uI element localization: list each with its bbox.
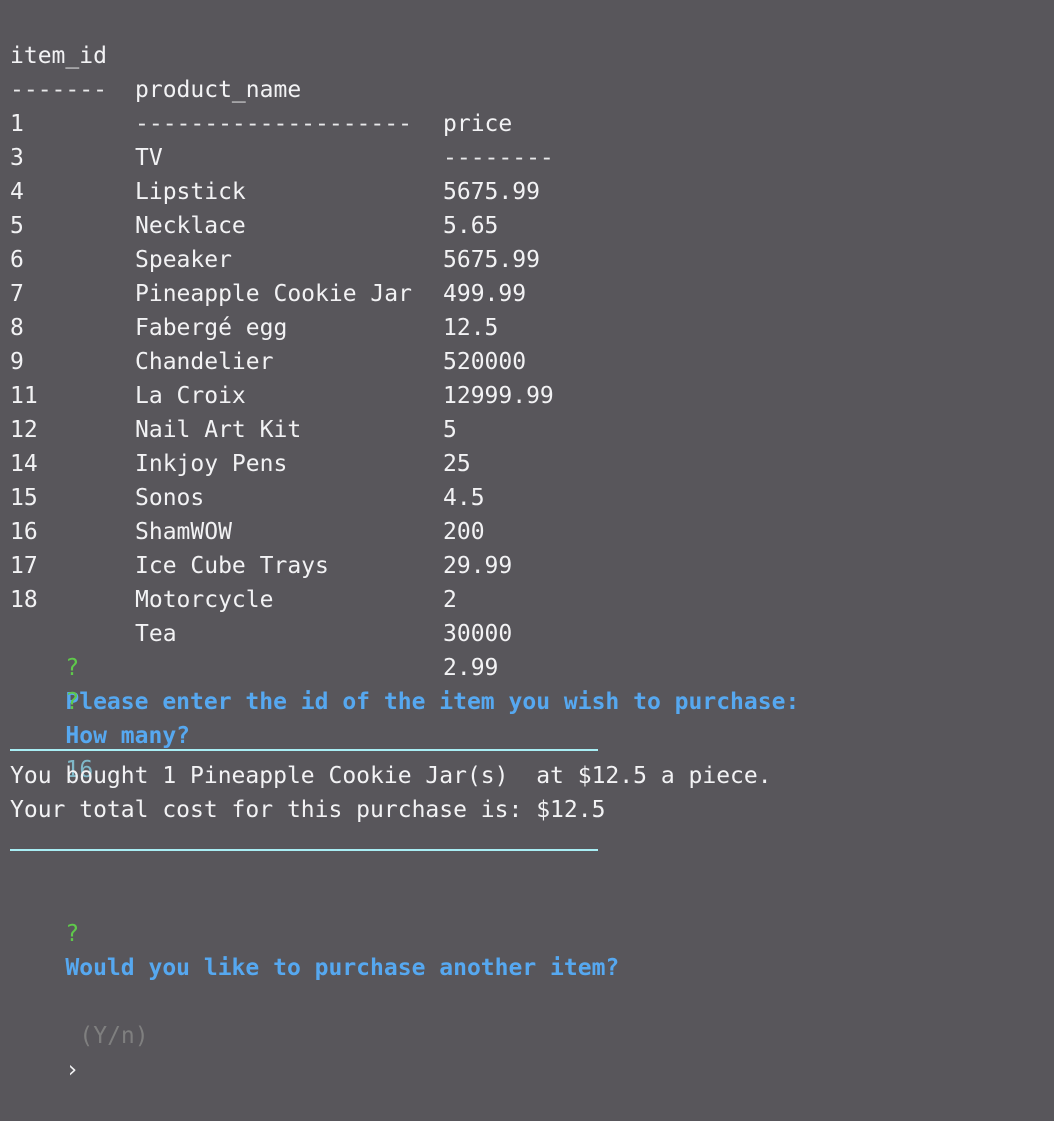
table-row: 9 La Croix 5	[10, 311, 1050, 443]
input-cursor-icon[interactable]: ›	[65, 1057, 79, 1083]
table-row: 1 TV 5675.99	[10, 73, 1050, 205]
table-row: 18 Tea 2.99	[10, 549, 1050, 681]
receipt-divider-bottom	[10, 849, 598, 851]
prompt-purchase-again-question: Would you like to purchase another item?	[65, 955, 620, 981]
prompt-purchase-again: ? Would you like to purchase another ite…	[10, 883, 1050, 1083]
question-mark-icon: ?	[65, 921, 80, 947]
prompt-quantity-question: How many?	[65, 723, 191, 749]
prompt-purchase-again-hint: (Y/n)	[79, 1023, 149, 1049]
cell-product-name: Motorcycle	[135, 587, 274, 613]
question-mark-icon: ?	[65, 689, 80, 715]
table-row: 8 Chandelier 12999.99	[10, 277, 1050, 409]
prompt-quantity: ? How many? 1	[10, 651, 1050, 783]
receipt-purchase-line: You bought 1 Pineapple Cookie Jar(s) at …	[10, 763, 772, 789]
table-row: 16 Ice Cube Trays 2	[10, 481, 1050, 613]
prompt-item-id: ? Please enter the id of the item you wi…	[10, 617, 1050, 783]
table-row: 15 ShamWOW 29.99	[10, 447, 1050, 579]
cell-price: 2	[443, 587, 457, 613]
table-row: 12 Inkjoy Pens 4.5	[10, 379, 1050, 511]
cell-item-id: 18	[10, 587, 38, 613]
table-row: 11 Nail Art Kit 25	[10, 345, 1050, 477]
table-separator-row: ------- -------------------- --------	[10, 39, 1050, 171]
table-header-row: item_id product_name price	[10, 5, 1050, 137]
receipt-total-line: Your total cost for this purchase is: $1…	[10, 797, 606, 823]
table-row: 14 Sonos 200	[10, 413, 1050, 545]
table-row: 3 Lipstick 5.65	[10, 107, 1050, 239]
table-row: 6 Pineapple Cookie Jar 12.5	[10, 209, 1050, 341]
table-row: 17 Motorcycle 30000	[10, 515, 1050, 647]
table-body: 1 TV 5675.99 3 Lipstick 5.65 4 Necklace …	[10, 73, 1050, 681]
prompt-item-id-question: Please enter the id of the item you wish…	[65, 689, 800, 715]
terminal-output: item_id product_name price ------- -----…	[10, 5, 1050, 1083]
prompt-spacer	[65, 989, 79, 1015]
table-row: 5 Speaker 499.99	[10, 175, 1050, 307]
table-row: 7 Fabergé egg 520000	[10, 243, 1050, 375]
table-row: 4 Necklace 5675.99	[10, 141, 1050, 273]
